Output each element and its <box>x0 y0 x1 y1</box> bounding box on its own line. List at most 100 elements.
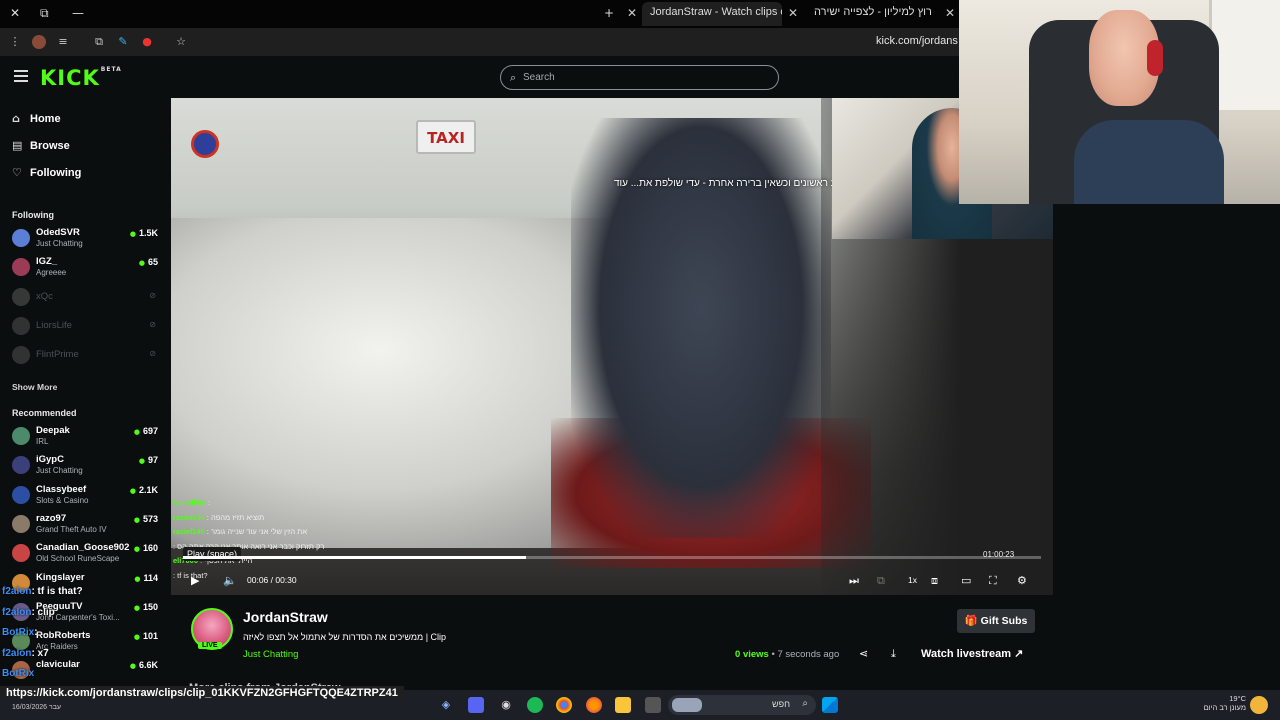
channel-category: IRL <box>36 437 49 446</box>
tab-title: JordanStraw - Watch clips o <box>650 6 782 18</box>
sidebar-item-following[interactable]: ♡ Following <box>12 166 81 184</box>
sidebar-channel-igypc[interactable]: iGypCJust Chatting 97 <box>12 453 162 481</box>
channel-avatar <box>12 287 30 306</box>
search-input[interactable]: ⌕ Search <box>500 65 779 90</box>
tray-date: 16/03/2026 עבר <box>12 704 62 711</box>
spotify-icon[interactable] <box>527 697 543 713</box>
pip-icon[interactable]: ⧈ <box>931 574 938 588</box>
following-heading: Following <box>12 210 54 220</box>
weather-widget[interactable]: 19°C מעונן רב היום <box>1196 694 1246 712</box>
channel-avatar <box>12 427 30 445</box>
chat-username: raziel146 <box>173 527 205 536</box>
webcam-shirt <box>1074 120 1224 204</box>
extension-icon[interactable]: ≡ <box>56 35 70 49</box>
viewer-count: 65 <box>139 257 158 267</box>
taskbar-search[interactable]: חפש ⌕ <box>668 695 816 715</box>
channel-name: Kingslayer <box>36 571 85 583</box>
chat-username: BotRix <box>2 627 35 638</box>
sidebar-channel-igz_[interactable]: IGZ_Agreeee 65 <box>12 255 162 283</box>
close-window-icon[interactable]: ✕ <box>10 6 20 20</box>
share-icon[interactable]: ⋖ <box>859 647 868 660</box>
sidebar-channel-flintprime[interactable]: FlintPrime ⊘ <box>12 343 162 371</box>
streamer-webcam <box>959 0 1280 204</box>
chat-username: raziel146 <box>173 512 205 522</box>
chrome-icon[interactable] <box>556 697 572 713</box>
tab-close-icon[interactable]: ✕ <box>788 6 798 20</box>
screen: ✕ ⧉ — + ✕ JordanStraw - Watch clips o ✕ … <box>0 0 1280 720</box>
firefox-icon[interactable] <box>586 697 602 713</box>
video-subtitle: יגיע ראשונים וכשאין ברירה אחרת - עדי שול… <box>614 178 846 189</box>
category-link[interactable]: Just Chatting <box>243 649 298 660</box>
side-chat-message: f2alon: x7 <box>2 648 49 659</box>
sidebar-item-home[interactable]: ⌂ Home <box>12 112 61 130</box>
viewer-count: 573 <box>134 514 158 524</box>
restore-window-icon[interactable]: ⧉ <box>40 6 49 21</box>
fullscreen-icon[interactable]: ⛶ <box>989 574 997 588</box>
next-icon[interactable]: ⏭ <box>849 574 859 588</box>
video-player[interactable]: TAXI יגיע ראשונים וכשאין ברירה אחרת - עד… <box>171 98 1053 595</box>
channel-avatar <box>12 229 30 247</box>
sidebar-channel-liorslife[interactable]: LiorsLife ⊘ <box>12 314 162 342</box>
speed-button[interactable]: 1x <box>908 575 917 585</box>
steam-icon[interactable]: ◈ <box>438 697 454 713</box>
discord-icon[interactable] <box>468 697 484 713</box>
more-icon[interactable]: ⋮ <box>8 35 22 49</box>
tab-close-icon[interactable]: ✕ <box>627 6 637 20</box>
tab-race-million[interactable]: המירוץ למיליון - לצפייה ישירה <box>806 2 932 26</box>
kick-logo[interactable]: KICKBETA <box>40 66 122 90</box>
extension-icon[interactable]: ✎ <box>116 35 130 49</box>
channel-name: OdedSVR <box>36 227 80 238</box>
sidebar-channel-razo97[interactable]: razo97Grand Theft Auto IV 573 <box>12 512 162 540</box>
search-icon: ⌕ <box>802 698 808 709</box>
sidebar-channel-xqc[interactable]: xQc ⊘ <box>12 285 162 313</box>
channel-name: LiorsLife <box>36 319 72 331</box>
clip-icon[interactable]: ⧉ <box>877 574 885 588</box>
chat-username: f2alon <box>2 647 32 659</box>
file-explorer-icon[interactable] <box>615 697 631 713</box>
progress-bar[interactable] <box>183 556 1041 559</box>
sidebar-channel-odedsvr[interactable]: OdedSVRJust Chatting 1.5K <box>12 226 162 254</box>
sidebar-channel-deepak[interactable]: DeepakIRL 697 <box>12 424 162 452</box>
channel-category: Agreeee <box>36 268 67 278</box>
browse-icon: ▤ <box>12 139 23 152</box>
settings-icon[interactable]: ⚙ <box>1017 574 1027 587</box>
stream-info: LIVE JordanStraw ממשיכים את הסדרות של את… <box>171 598 1053 694</box>
tab-search-icon[interactable]: ⧉ <box>92 35 106 49</box>
watch-livestream-button[interactable]: Watch livestream ↗ <box>921 647 1023 660</box>
gift-subs-button[interactable]: 🎁 Gift Subs <box>957 609 1035 633</box>
channel-name: xQc <box>36 290 53 302</box>
channel-avatar <box>12 514 30 533</box>
bookmark-star-icon[interactable]: ☆ <box>174 35 188 49</box>
theater-icon[interactable]: ▭ <box>961 574 971 587</box>
sidebar-channel-canadian_goose902[interactable]: Canadian_Goose902Old School RuneScape 160 <box>12 541 162 569</box>
channel-name: Classybeef <box>36 483 87 495</box>
volume-icon[interactable]: 🔈 <box>223 574 237 587</box>
sidebar-channel-clavicular[interactable]: clavicular 6.6K <box>12 658 162 686</box>
chat-separator: : <box>205 498 211 507</box>
channel-name[interactable]: JordanStraw <box>243 609 328 625</box>
show-more-link[interactable]: Show More <box>12 382 57 392</box>
tab-close-icon[interactable]: ✕ <box>945 6 955 20</box>
taxi-sign: TAXI <box>416 120 476 154</box>
new-tab-icon[interactable]: + <box>604 6 614 20</box>
sidebar-channel-classybeef[interactable]: ClassybeefSlots & Casino 2.1K <box>12 483 162 511</box>
profile-icon[interactable] <box>32 35 46 49</box>
obs-icon[interactable]: ◉ <box>498 697 514 713</box>
progress-fill <box>183 556 527 559</box>
offline-icon: ⊘ <box>149 319 156 329</box>
play-icon[interactable]: ▶ <box>191 574 199 587</box>
channel-name: FlintPrime <box>36 349 79 361</box>
recommended-heading: Recommended <box>12 408 77 418</box>
channel-category: Just Chatting <box>36 239 83 248</box>
minimize-window-icon[interactable]: — <box>72 6 84 20</box>
windows-start-icon[interactable] <box>822 697 838 713</box>
address-bar[interactable]: kick.com/jordanstraw <box>876 35 958 47</box>
link-status-bar: https://kick.com/jordanstraw/clips/clip_… <box>0 686 404 700</box>
extension-icon[interactable]: ● <box>140 35 154 49</box>
app-icon[interactable] <box>645 697 661 713</box>
tab-jordanstraw[interactable]: JordanStraw - Watch clips o <box>642 2 782 26</box>
chat-text: תוציא תזיז מהפה <box>210 512 265 522</box>
download-icon[interactable]: ⤓ <box>891 647 896 661</box>
menu-icon[interactable] <box>14 70 28 82</box>
sidebar-item-browse[interactable]: ▤ Browse <box>12 139 70 157</box>
